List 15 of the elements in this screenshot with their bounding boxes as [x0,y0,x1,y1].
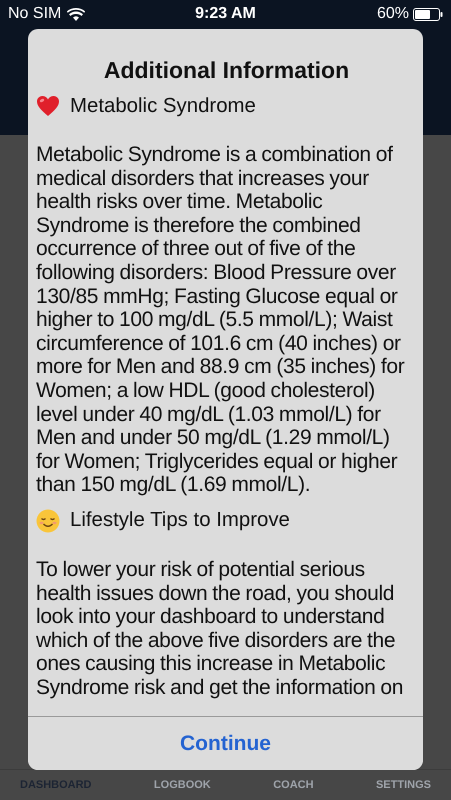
clock-time: 9:23 AM [195,5,256,23]
section-heading: Lifestyle Tips to Improve [70,509,290,532]
tab-label[interactable]: SETTINGS [376,779,431,791]
heart-icon [36,94,60,118]
info-paragraph: To lower your risk of potential serious health issues down the road, you should look into your dashboard to understand which of the above five disorders are the ones causing this increase in Metabolic Syndrome risk and get the information on [36,558,404,700]
dialog-title: Additional Information [102,57,350,83]
wifi-icon [67,8,86,20]
info-paragraph: Metabolic Syndrome is a combination of medical disorders that increases your health risks over time. Metabolic Syndrome is therefore the combined occurrence of three out of five of the following disorders: Blood Pressure over 130/85 mmHg; Fasting Glucose equal or higher to 100 mg/dL (5.5 mmol/L); Waist circumference of 101.6 cm (40 inches) or more for Men and 88.9 cm (35 inches) for Women; a low HDL (good cholesterol) level under 40 mg/dL (1.03 mmol/L) for Men and under 50 mg/dL (1.29 mmol/L) for Women; Triglycerides equal or higher than 150 mg/dL (1.69 mmol/L). [36,143,406,497]
battery-icon [412,8,443,20]
tab-label[interactable]: LOGBOOK [154,779,211,791]
smiling-face-icon [36,508,60,533]
battery-percent: 60% [376,5,409,23]
tab-label[interactable]: COACH [273,779,314,791]
carrier-label: No SIM [8,5,62,23]
section-heading: Metabolic Syndrome [70,94,256,118]
